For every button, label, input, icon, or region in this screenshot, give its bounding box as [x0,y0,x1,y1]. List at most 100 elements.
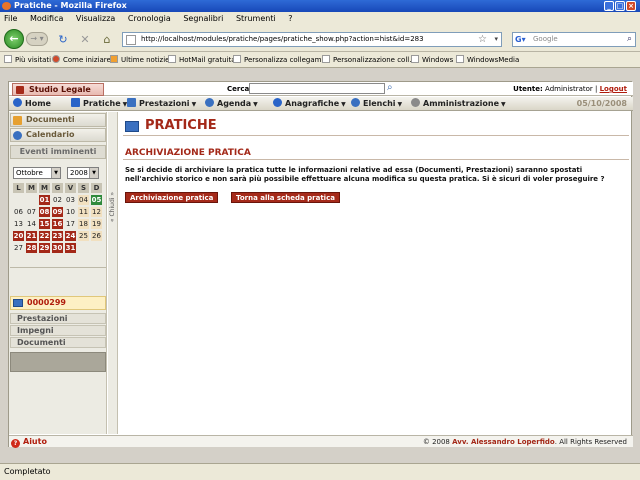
calendar-day[interactable]: 12 [91,207,102,217]
calendar-day[interactable]: 10 [65,207,76,217]
bookmark-latest-news[interactable]: Ultime notizie [110,52,169,68]
calendar-day[interactable]: 25 [78,231,89,241]
calendar-day[interactable]: 11 [78,207,89,217]
sidebar-footer [10,352,106,372]
main-content: PRATICHE ARCHIVIAZIONE PRATICA Se si dec… [121,116,629,432]
calendar-day[interactable]: 02 [52,195,63,205]
calendar-day[interactable]: 03 [65,195,76,205]
menu-visualizza[interactable]: Visualizza [76,14,115,23]
home-icon[interactable]: ⌂ [100,33,114,47]
calendar-day[interactable]: 21 [26,231,37,241]
back-button[interactable]: ← [4,29,24,49]
calendar-day[interactable]: 27 [13,243,24,253]
calendar-day[interactable]: 19 [91,219,102,229]
sidebar: Documenti Calendario Eventi imminenti Ot… [9,112,107,434]
maximize-button[interactable]: □ [615,1,625,11]
reload-icon[interactable]: ↻ [56,33,70,47]
bookmark-icon [168,55,176,63]
calendar-day[interactable]: 06 [13,207,24,217]
calendar-day[interactable]: 18 [78,219,89,229]
menu-prestazioni[interactable]: Prestazioni ▼ [127,97,196,112]
url-bar[interactable]: http://localhost/modules/pratiche/pages/… [122,32,502,47]
bookmark-hotmail[interactable]: HotMail gratuita [168,52,236,68]
bookmark-getting-started[interactable]: Come iniziare [52,52,111,68]
search-icon[interactable]: ⌕ [387,82,393,93]
menu-anagrafiche[interactable]: Anagrafiche ▼ [273,97,346,112]
menu-cronologia[interactable]: Cronologia [128,14,171,23]
calendar-day[interactable]: 09 [52,207,63,217]
pratica-id-link[interactable]: 0000299 [10,296,106,310]
calendar-day[interactable]: 16 [52,219,63,229]
user-label: Utente: [513,85,543,93]
menu-strumenti[interactable]: Strumenti [236,14,276,23]
sidebar-item-calendario[interactable]: Calendario [10,128,106,142]
bookmark-star-icon[interactable]: ☆ [478,33,487,46]
menu-agenda[interactable]: Agenda ▼ [205,97,258,112]
sidebar-link-impegni[interactable]: Impegni [10,325,106,336]
bookmark-windows[interactable]: Windows [411,52,453,68]
google-icon[interactable]: G▾ [515,34,529,45]
search-icon[interactable]: ⌕ [627,33,632,46]
bookmark-most-visited[interactable]: Più visitati [4,52,51,68]
calendar-day[interactable]: 20 [13,231,24,241]
weekday-header: S [78,183,89,193]
sidebar-link-prestazioni[interactable]: Prestazioni [10,313,106,324]
calendar-day[interactable]: 22 [39,231,50,241]
bookmark-icon [456,55,464,63]
calendar-day[interactable]: 14 [26,219,37,229]
calendar-day[interactable]: 24 [65,231,76,241]
calendar-day[interactable]: 29 [39,243,50,253]
bookmark-windowsmedia[interactable]: WindowsMedia [456,52,519,68]
url-dropdown-icon[interactable]: ▾ [494,33,498,46]
logout-link[interactable]: Logout [600,85,627,93]
calendar-day[interactable]: 15 [39,219,50,229]
calendar-day[interactable]: 13 [13,219,24,229]
menu-pratiche[interactable]: Pratiche ▼ [71,97,127,112]
url-text: http://localhost/modules/pratiche/pages/… [141,35,424,43]
help-link[interactable]: ? Aiuto [11,436,47,448]
bookmark-personalizza-1[interactable]: Personalizza collegam... [233,52,328,68]
calendar-day-today[interactable]: 05 [91,195,102,205]
sidebar-collapse-toggle[interactable]: « Chiudi » [108,112,118,434]
site-logo[interactable]: Studio Legale [12,83,104,96]
calendar-day[interactable]: 04 [78,195,89,205]
menu-elenchi[interactable]: Elenchi ▼ [351,97,402,112]
bookmark-personalizza-2[interactable]: Personalizzazione coll... [322,52,416,68]
eventi-imminenti-button[interactable]: Eventi imminenti [10,145,106,159]
bookmark-icon [233,55,241,63]
calendar-day[interactable]: 26 [91,231,102,241]
calendar-day[interactable]: 31 [65,243,76,253]
menu-segnalibri[interactable]: Segnalibri [183,14,223,23]
back-to-record-button[interactable]: Torna alla scheda pratica [231,192,340,203]
minimize-button[interactable]: _ [604,1,614,11]
menu-modifica[interactable]: Modifica [30,14,63,23]
calendar-day[interactable]: 23 [52,231,63,241]
calendar-day[interactable]: 30 [52,243,63,253]
menu-amministrazione[interactable]: Amministrazione ▼ [411,97,506,112]
calendar-day[interactable]: 08 [39,207,50,217]
weekday-header: V [65,183,76,193]
bookmark-icon [4,55,12,63]
calendar-day[interactable]: 28 [26,243,37,253]
calendar-day[interactable]: 17 [65,219,76,229]
calendar-day[interactable]: 01 [39,195,50,205]
stop-icon[interactable]: ✕ [78,33,92,47]
year-select[interactable]: 2008 ▼ [67,167,99,179]
archive-button[interactable]: Archiviazione pratica [125,192,219,203]
menu-file[interactable]: File [4,14,17,23]
menu-home[interactable]: Home [13,97,51,111]
sidebar-item-documenti[interactable]: Documenti [10,113,106,127]
close-button[interactable]: × [626,1,636,11]
menu-help[interactable]: ? [288,14,292,23]
search-input[interactable]: G▾ Google ⌕ [512,32,636,47]
site-search-input[interactable] [249,83,385,94]
month-select[interactable]: Ottobre ▼ [13,167,61,179]
user-info: Utente: Administrator | Logout [513,85,627,93]
bookmarks-toolbar: Più visitati Come iniziare Ultime notizi… [0,52,640,68]
calendar-day[interactable]: 07 [26,207,37,217]
sidebar-link-documenti[interactable]: Documenti [10,337,106,348]
forward-button[interactable]: → ▾ [26,32,48,46]
bookmark-icon [411,55,419,63]
search-placeholder: Google [533,35,558,43]
navigation-toolbar: ← → ▾ ↻ ✕ ⌂ http://localhost/modules/pra… [0,26,640,52]
